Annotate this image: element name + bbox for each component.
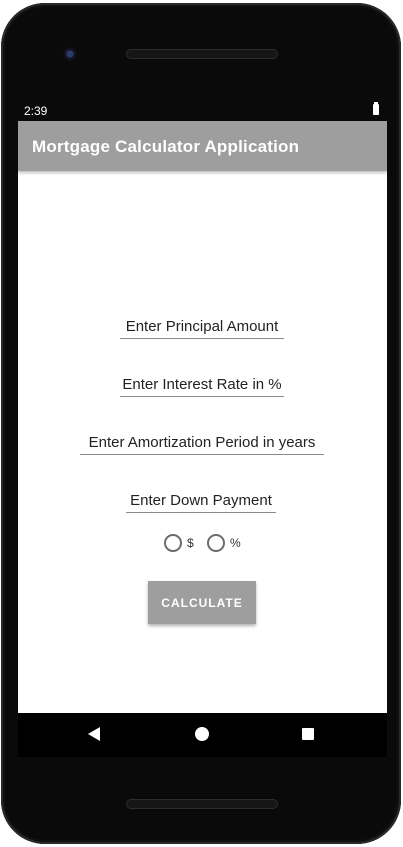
phone-frame: 2:39 Mortgage Calculator Application $ %… <box>1 3 401 844</box>
radio-label-dollar: $ <box>187 536 194 550</box>
amortization-period-input[interactable] <box>80 430 324 455</box>
radio-button-percent[interactable] <box>207 534 225 552</box>
front-camera <box>63 47 77 61</box>
radio-option-dollar[interactable]: $ <box>164 533 194 553</box>
bottom-speaker <box>126 799 278 809</box>
navigation-bar <box>18 713 387 757</box>
down-payment-input[interactable] <box>126 488 276 513</box>
calculate-button[interactable]: CALCULATE <box>148 581 256 624</box>
interest-rate-input[interactable] <box>120 372 284 397</box>
status-bar: 2:39 <box>17 99 387 121</box>
principal-amount-input[interactable] <box>120 314 284 339</box>
radio-button-dollar[interactable] <box>164 534 182 552</box>
earpiece-speaker <box>126 49 278 59</box>
app-bar: Mortgage Calculator Application <box>18 121 387 171</box>
home-icon[interactable] <box>195 727 209 741</box>
status-time: 2:39 <box>24 104 48 118</box>
back-icon[interactable] <box>88 727 100 741</box>
radio-label-percent: % <box>230 536 241 550</box>
app-screen: Mortgage Calculator Application $ % CALC… <box>18 121 387 713</box>
battery-icon <box>373 102 379 115</box>
recents-icon[interactable] <box>302 728 314 740</box>
radio-option-percent[interactable]: % <box>207 533 241 553</box>
app-title: Mortgage Calculator Application <box>32 137 300 156</box>
